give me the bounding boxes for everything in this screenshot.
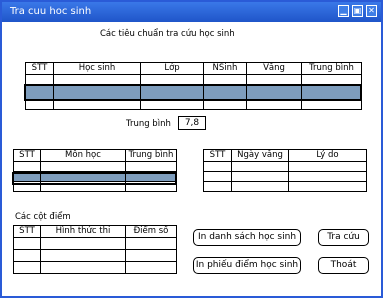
column-header[interactable]: Học sinh [53,62,141,75]
restore-icon[interactable]: ▣ [352,5,363,17]
column-header[interactable]: NSinh [203,62,247,75]
table-row[interactable] [13,237,177,250]
criteria-label: Các tiêu chuẩn tra cứu học sinh [100,29,235,39]
students-table: STT Học sinh Lớp NSinh Vắng Trung bình [25,62,362,110]
table-header-row: STT Hình thức thi Điểm số [13,225,177,238]
search-button[interactable]: Tra cứu [318,229,369,246]
column-header[interactable]: Lý do [288,149,367,162]
table-row[interactable] [13,261,177,274]
column-header[interactable]: Môn học [40,149,126,162]
minimize-icon[interactable]: ▁ [338,5,349,17]
absences-table: STT Ngày vắng Lý do [203,149,367,192]
close-icon[interactable]: ✕ [366,5,377,17]
column-header[interactable]: Trung bình [301,62,362,75]
subjects-table: STT Môn học Trung bình [13,149,177,192]
table-header-row: STT Ngày vắng Lý do [203,149,367,162]
average-label: Trung bình [126,119,171,129]
table-row[interactable] [13,161,177,172]
column-header[interactable]: Ngày vắng [231,149,289,162]
column-header[interactable]: Vắng [246,62,302,75]
table-row[interactable] [203,181,367,192]
print-report-button[interactable]: In phiếu điểm học sinh [193,257,301,274]
column-header[interactable]: Điểm số [125,225,177,238]
column-header[interactable]: STT [203,149,232,162]
title-bar: Tra cuu hoc sinh ▁ ▣ ✕ [2,2,381,22]
print-list-button[interactable]: In danh sách học sinh [193,229,301,246]
column-header[interactable]: STT [13,225,41,238]
scores-label: Các cột điểm [15,212,71,222]
column-header[interactable]: STT [13,149,41,162]
column-header[interactable]: Trung bình [125,149,177,162]
table-row-selected[interactable] [13,171,177,182]
table-row[interactable] [203,171,367,182]
table-row[interactable] [13,249,177,262]
table-header-row: STT Môn học Trung bình [13,149,177,162]
exit-button[interactable]: Thoát [318,257,369,274]
table-row-selected[interactable] [25,84,362,100]
table-row[interactable] [25,74,362,85]
table-row[interactable] [203,161,367,172]
table-row[interactable] [13,181,177,192]
table-header-row: STT Học sinh Lớp NSinh Vắng Trung bình [25,62,362,75]
column-header[interactable]: STT [25,62,54,75]
average-value: 7,8 [178,116,206,130]
window-title: Tra cuu hoc sinh [10,6,92,17]
column-header[interactable]: Lớp [140,62,204,75]
column-header[interactable]: Hình thức thi [40,225,126,238]
scores-table: STT Hình thức thi Điểm số [13,225,177,274]
table-row[interactable] [25,99,362,110]
